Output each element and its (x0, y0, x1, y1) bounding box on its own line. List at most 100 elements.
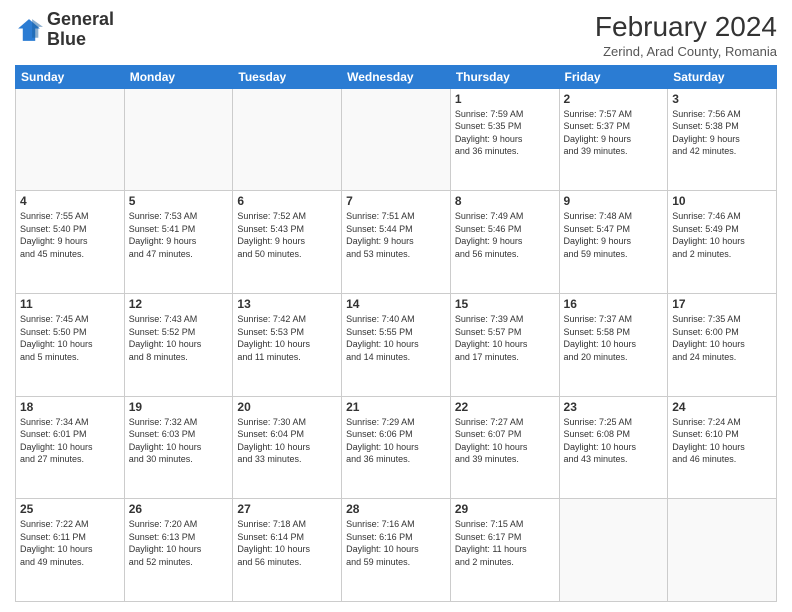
header: General Blue February 2024 Zerind, Arad … (15, 10, 777, 59)
day-info: Sunrise: 7:39 AM Sunset: 5:57 PM Dayligh… (455, 313, 555, 363)
day-info: Sunrise: 7:57 AM Sunset: 5:37 PM Dayligh… (564, 108, 664, 158)
calendar-cell: 11 Sunrise: 7:45 AM Sunset: 5:50 PM Dayli… (16, 293, 125, 396)
day-info: Sunrise: 7:46 AM Sunset: 5:49 PM Dayligh… (672, 210, 772, 260)
calendar-cell: 12Sunrise: 7:43 AM Sunset: 5:52 PM Dayli… (124, 293, 233, 396)
calendar-cell: 19Sunrise: 7:32 AM Sunset: 6:03 PM Dayli… (124, 396, 233, 499)
day-info: Sunrise: 7:59 AM Sunset: 5:35 PM Dayligh… (455, 108, 555, 158)
calendar-cell: 23 Sunrise: 7:25 AM Sunset: 6:08 PM Dayli… (559, 396, 668, 499)
day-info: Sunrise: 7:22 AM Sunset: 6:11 PM Dayligh… (20, 518, 120, 568)
day-number: 6 (237, 194, 337, 208)
calendar-cell: 9 Sunrise: 7:48 AM Sunset: 5:47 PM Daylig… (559, 191, 668, 294)
logo-line1: General (47, 10, 114, 30)
calendar-cell (342, 88, 451, 191)
calendar-cell: 27 Sunrise: 7:18 AM Sunset: 6:14 PM Dayli… (233, 499, 342, 602)
calendar-cell (668, 499, 777, 602)
calendar-cell: 22 Sunrise: 7:27 AM Sunset: 6:07 PM Dayli… (450, 396, 559, 499)
calendar-cell: 28 Sunrise: 7:16 AM Sunset: 6:16 PM Dayli… (342, 499, 451, 602)
calendar-cell: 26 Sunrise: 7:20 AM Sunset: 6:13 PM Dayli… (124, 499, 233, 602)
calendar-table: SundayMondayTuesdayWednesdayThursdayFrid… (15, 65, 777, 602)
day-info: Sunrise: 7:55 AM Sunset: 5:40 PM Dayligh… (20, 210, 120, 260)
logo-text: General Blue (47, 10, 114, 50)
day-number: 15 (455, 297, 555, 311)
day-info: Sunrise: 7:56 AM Sunset: 5:38 PM Dayligh… (672, 108, 772, 158)
day-number: 14 (346, 297, 446, 311)
calendar-cell: 10 Sunrise: 7:46 AM Sunset: 5:49 PM Dayli… (668, 191, 777, 294)
page: General Blue February 2024 Zerind, Arad … (0, 0, 792, 612)
day-number: 2 (564, 92, 664, 106)
header-row: SundayMondayTuesdayWednesdayThursdayFrid… (16, 65, 777, 88)
subtitle: Zerind, Arad County, Romania (595, 44, 777, 59)
day-info: Sunrise: 7:37 AM Sunset: 5:58 PM Dayligh… (564, 313, 664, 363)
day-number: 20 (237, 400, 337, 414)
day-info: Sunrise: 7:25 AM Sunset: 6:08 PM Dayligh… (564, 416, 664, 466)
calendar-cell: 7 Sunrise: 7:51 AM Sunset: 5:44 PM Daylig… (342, 191, 451, 294)
day-number: 28 (346, 502, 446, 516)
main-title: February 2024 (595, 10, 777, 44)
week-row-4: 18Sunrise: 7:34 AM Sunset: 6:01 PM Dayli… (16, 396, 777, 499)
day-number: 3 (672, 92, 772, 106)
calendar-cell: 17 Sunrise: 7:35 AM Sunset: 6:00 PM Dayli… (668, 293, 777, 396)
day-info: Sunrise: 7:15 AM Sunset: 6:17 PM Dayligh… (455, 518, 555, 568)
day-number: 22 (455, 400, 555, 414)
calendar-cell: 2 Sunrise: 7:57 AM Sunset: 5:37 PM Daylig… (559, 88, 668, 191)
day-info: Sunrise: 7:52 AM Sunset: 5:43 PM Dayligh… (237, 210, 337, 260)
logo-line2: Blue (47, 30, 114, 50)
title-section: February 2024 Zerind, Arad County, Roman… (595, 10, 777, 59)
week-row-1: 1 Sunrise: 7:59 AM Sunset: 5:35 PM Daylig… (16, 88, 777, 191)
day-number: 21 (346, 400, 446, 414)
calendar-cell: 4 Sunrise: 7:55 AM Sunset: 5:40 PM Daylig… (16, 191, 125, 294)
logo-icon (15, 16, 43, 44)
day-info: Sunrise: 7:43 AM Sunset: 5:52 PM Dayligh… (129, 313, 229, 363)
day-info: Sunrise: 7:53 AM Sunset: 5:41 PM Dayligh… (129, 210, 229, 260)
week-row-2: 4 Sunrise: 7:55 AM Sunset: 5:40 PM Daylig… (16, 191, 777, 294)
calendar-cell: 24Sunrise: 7:24 AM Sunset: 6:10 PM Dayli… (668, 396, 777, 499)
calendar-cell: 16 Sunrise: 7:37 AM Sunset: 5:58 PM Dayli… (559, 293, 668, 396)
week-row-3: 11 Sunrise: 7:45 AM Sunset: 5:50 PM Dayli… (16, 293, 777, 396)
day-number: 9 (564, 194, 664, 208)
day-number: 7 (346, 194, 446, 208)
day-number: 18 (20, 400, 120, 414)
day-info: Sunrise: 7:29 AM Sunset: 6:06 PM Dayligh… (346, 416, 446, 466)
calendar-cell (233, 88, 342, 191)
day-info: Sunrise: 7:27 AM Sunset: 6:07 PM Dayligh… (455, 416, 555, 466)
calendar-cell: 20 Sunrise: 7:30 AM Sunset: 6:04 PM Dayli… (233, 396, 342, 499)
day-number: 23 (564, 400, 664, 414)
day-info: Sunrise: 7:16 AM Sunset: 6:16 PM Dayligh… (346, 518, 446, 568)
calendar-cell (16, 88, 125, 191)
day-number: 29 (455, 502, 555, 516)
day-info: Sunrise: 7:18 AM Sunset: 6:14 PM Dayligh… (237, 518, 337, 568)
day-number: 17 (672, 297, 772, 311)
day-number: 16 (564, 297, 664, 311)
calendar-cell: 15 Sunrise: 7:39 AM Sunset: 5:57 PM Dayli… (450, 293, 559, 396)
day-number: 26 (129, 502, 229, 516)
day-info: Sunrise: 7:30 AM Sunset: 6:04 PM Dayligh… (237, 416, 337, 466)
calendar-cell: 18Sunrise: 7:34 AM Sunset: 6:01 PM Dayli… (16, 396, 125, 499)
day-number: 25 (20, 502, 120, 516)
day-info: Sunrise: 7:48 AM Sunset: 5:47 PM Dayligh… (564, 210, 664, 260)
calendar-cell (559, 499, 668, 602)
day-number: 4 (20, 194, 120, 208)
calendar-cell (124, 88, 233, 191)
day-info: Sunrise: 7:20 AM Sunset: 6:13 PM Dayligh… (129, 518, 229, 568)
day-header-wednesday: Wednesday (342, 65, 451, 88)
day-number: 24 (672, 400, 772, 414)
day-number: 5 (129, 194, 229, 208)
day-header-thursday: Thursday (450, 65, 559, 88)
day-info: Sunrise: 7:42 AM Sunset: 5:53 PM Dayligh… (237, 313, 337, 363)
day-info: Sunrise: 7:45 AM Sunset: 5:50 PM Dayligh… (20, 313, 120, 363)
day-number: 27 (237, 502, 337, 516)
day-info: Sunrise: 7:32 AM Sunset: 6:03 PM Dayligh… (129, 416, 229, 466)
day-header-sunday: Sunday (16, 65, 125, 88)
day-number: 10 (672, 194, 772, 208)
day-number: 1 (455, 92, 555, 106)
calendar-cell: 3 Sunrise: 7:56 AM Sunset: 5:38 PM Daylig… (668, 88, 777, 191)
calendar-cell: 25 Sunrise: 7:22 AM Sunset: 6:11 PM Dayli… (16, 499, 125, 602)
week-row-5: 25 Sunrise: 7:22 AM Sunset: 6:11 PM Dayli… (16, 499, 777, 602)
day-info: Sunrise: 7:35 AM Sunset: 6:00 PM Dayligh… (672, 313, 772, 363)
day-header-monday: Monday (124, 65, 233, 88)
day-number: 13 (237, 297, 337, 311)
day-number: 8 (455, 194, 555, 208)
day-number: 11 (20, 297, 120, 311)
calendar-cell: 1 Sunrise: 7:59 AM Sunset: 5:35 PM Daylig… (450, 88, 559, 191)
day-info: Sunrise: 7:51 AM Sunset: 5:44 PM Dayligh… (346, 210, 446, 260)
